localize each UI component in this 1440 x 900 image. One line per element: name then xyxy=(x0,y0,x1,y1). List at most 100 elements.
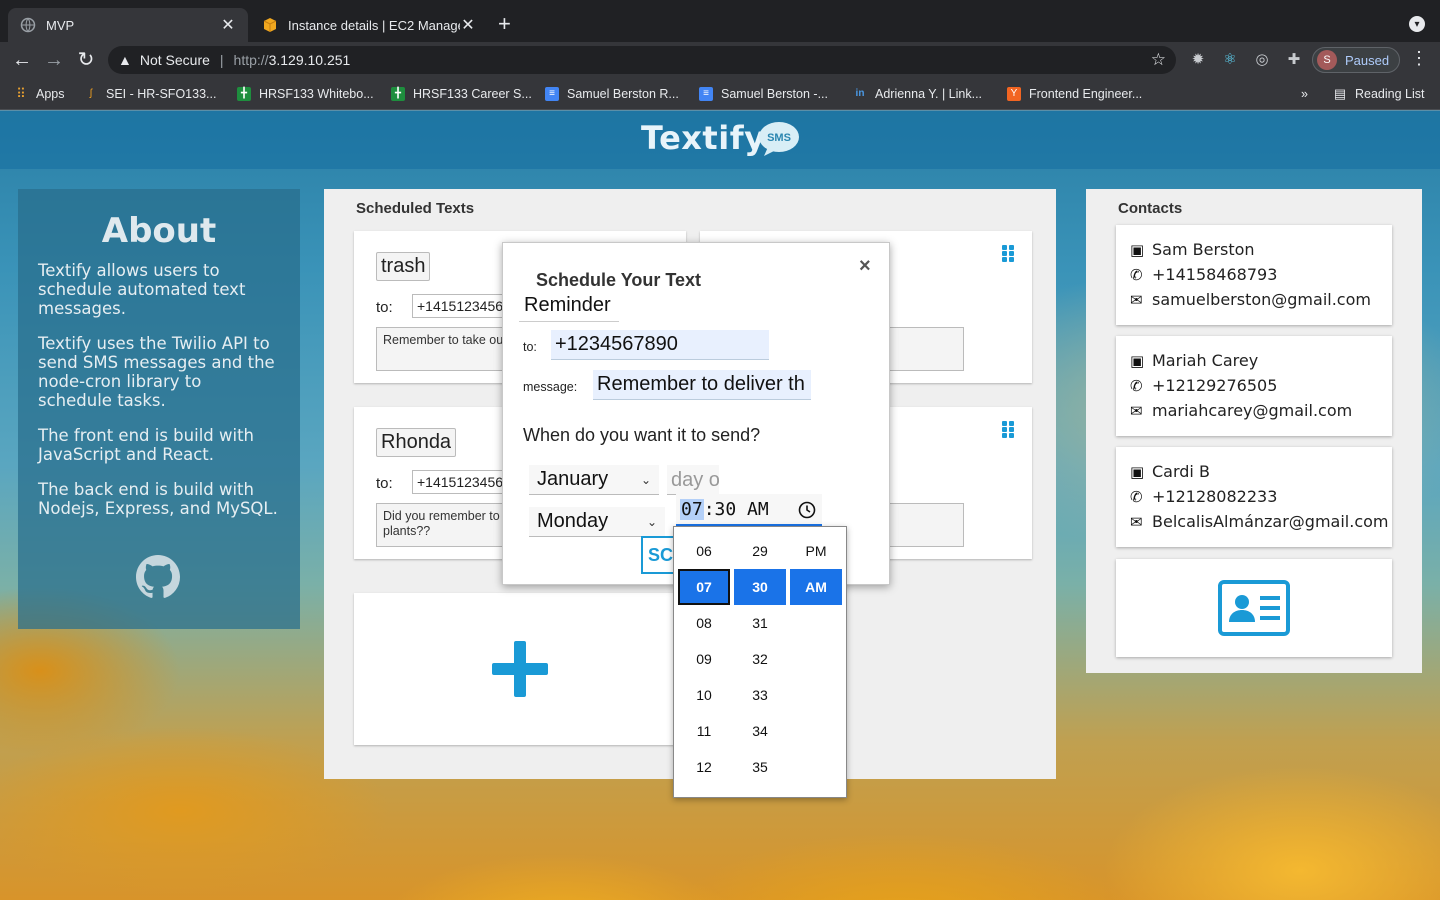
minute-option[interactable]: 35 xyxy=(734,749,786,785)
reading-list-label: Reading List xyxy=(1355,87,1425,101)
puzzle-extensions-icon[interactable]: ✚ xyxy=(1286,52,1302,68)
reading-list-button[interactable]: ▤ Reading List xyxy=(1333,86,1425,102)
minute-option[interactable]: 32 xyxy=(734,641,786,677)
react-devtools-icon[interactable]: ⚛ xyxy=(1222,52,1238,68)
bookmark-linkedin[interactable]: in Adrienna Y. | Link... xyxy=(853,86,982,102)
forward-icon[interactable]: → xyxy=(42,48,66,72)
record-extension-icon[interactable]: ◎ xyxy=(1254,52,1270,68)
globe-icon xyxy=(20,17,36,33)
hour-option[interactable]: 07 xyxy=(678,569,730,605)
envelope-icon: ✉ xyxy=(1130,401,1143,420)
github-icon[interactable] xyxy=(136,555,180,599)
bookmark-resume[interactable]: ≡ Samuel Berston R... xyxy=(545,86,679,102)
time-rest[interactable]: :30 AM xyxy=(704,499,769,520)
hour-option[interactable]: 10 xyxy=(678,677,730,713)
bookmark-star-icon[interactable]: ☆ xyxy=(1151,50,1166,70)
message-input[interactable] xyxy=(593,370,811,400)
to-label: to: xyxy=(376,299,393,316)
app-page: Textify SMS About Textify allows users t… xyxy=(0,111,1440,900)
bookmark-whiteboard[interactable]: ╋ HRSF133 Whitebo... xyxy=(237,86,374,102)
contact-name: Mariah Carey xyxy=(1152,351,1259,370)
phone-input[interactable] xyxy=(551,330,769,360)
kebab-menu-icon[interactable]: ⋮ xyxy=(1410,48,1428,69)
contacts-panel: Contacts ▣ Sam Berston ✆ +14158468793 ✉ sam… xyxy=(1086,189,1422,673)
chevron-down-icon: ⌄ xyxy=(640,473,651,487)
clock-icon[interactable] xyxy=(798,501,816,519)
phone-icon: ✆ xyxy=(1130,376,1143,395)
bookmark-label: Adrienna Y. | Link... xyxy=(875,87,983,101)
hour-option[interactable]: 09 xyxy=(678,641,730,677)
close-icon[interactable]: × xyxy=(859,255,871,278)
bookmark-label: Samuel Berston -... xyxy=(721,87,828,101)
schedule-button[interactable]: SCHEDULE xyxy=(641,536,677,574)
bookmark-berston[interactable]: ≡ Samuel Berston -... xyxy=(699,86,828,102)
month-value: January xyxy=(537,468,609,490)
bookmark-label: Frontend Engineer... xyxy=(1029,87,1143,101)
drag-handle-icon[interactable] xyxy=(1002,421,1016,439)
minute-option[interactable]: 34 xyxy=(734,713,786,749)
contact-email: samuelberston@gmail.com xyxy=(1152,290,1371,309)
contact-email: BelcalisAlmánzar@gmail.com xyxy=(1152,512,1389,531)
weekday-select[interactable]: Monday ⌄ xyxy=(529,507,665,537)
hour-option[interactable]: 08 xyxy=(678,605,730,641)
tab-search-icon[interactable]: ▾ xyxy=(1409,16,1425,32)
tab-mvp[interactable]: MVP ✕ xyxy=(8,8,248,42)
contact-phone: +12129276505 xyxy=(1152,376,1278,395)
card-name[interactable]: Rhonda xyxy=(376,428,457,457)
bookmarks-overflow-button[interactable]: » xyxy=(1301,86,1308,102)
bookmark-apps[interactable]: ⠿ Apps xyxy=(14,86,64,102)
card-name[interactable]: trash xyxy=(376,252,431,281)
close-tab-icon[interactable]: ✕ xyxy=(460,15,476,35)
bookmark-career[interactable]: ╋ HRSF133 Career S... xyxy=(391,86,532,102)
minute-option[interactable]: 31 xyxy=(734,605,786,641)
month-select[interactable]: January ⌄ xyxy=(529,465,659,495)
contact-name: Cardi B xyxy=(1152,462,1210,481)
minute-option[interactable]: 30 xyxy=(734,569,786,605)
gear-extension-icon[interactable]: ✹ xyxy=(1190,52,1206,68)
profile-button[interactable]: S Paused xyxy=(1312,47,1400,73)
period-option[interactable]: AM xyxy=(790,569,842,605)
time-hour[interactable]: 07 xyxy=(680,498,704,520)
hour-option[interactable]: 06 xyxy=(678,533,730,569)
url-scheme: http:// xyxy=(233,52,269,68)
day-of-month-input[interactable]: day of month xyxy=(667,465,719,495)
envelope-icon: ✉ xyxy=(1130,290,1143,309)
contacts-title: Contacts xyxy=(1118,200,1183,217)
time-input[interactable]: 07:30 AM xyxy=(676,494,822,526)
tab-ec2[interactable]: Instance details | EC2 Management ✕ xyxy=(250,8,488,42)
hour-option[interactable]: 11 xyxy=(678,713,730,749)
sheets-icon: ╋ xyxy=(391,87,405,101)
back-icon[interactable]: ← xyxy=(10,48,34,72)
about-paragraph: The front end is build with JavaScript a… xyxy=(38,426,255,464)
minute-option[interactable]: 29 xyxy=(734,533,786,569)
about-panel: About Textify allows users to schedule a… xyxy=(18,189,300,629)
bookmark-sei[interactable]: ʃ SEI - HR-SFO133... xyxy=(84,86,217,102)
contact-phone: +12128082233 xyxy=(1152,487,1278,506)
add-contact-id-card-icon[interactable] xyxy=(1218,580,1290,636)
drag-handle-icon[interactable] xyxy=(1002,245,1016,263)
close-tab-icon[interactable]: ✕ xyxy=(220,15,236,35)
profile-status: Paused xyxy=(1345,52,1390,68)
add-text-card[interactable] xyxy=(354,593,686,745)
new-tab-button[interactable]: + xyxy=(498,12,511,36)
apps-grid-icon: ⠿ xyxy=(16,86,26,101)
id-card-icon: ▣ xyxy=(1130,462,1145,481)
contact-card[interactable]: ▣ Cardi B ✆ +12128082233 ✉ BelcalisAlmánzar… xyxy=(1116,447,1392,547)
warning-icon[interactable]: ▲ xyxy=(118,52,132,68)
add-contact-card[interactable] xyxy=(1116,559,1392,657)
hour-option[interactable]: 12 xyxy=(678,749,730,785)
contact-card[interactable]: ▣ Sam Berston ✆ +14158468793 ✉ samuelbersto… xyxy=(1116,225,1392,325)
subject-input[interactable] xyxy=(519,290,619,322)
minute-column: 29 30 31 32 33 34 35 xyxy=(734,533,786,785)
reload-icon[interactable]: ↻ xyxy=(74,48,98,72)
contact-card[interactable]: ▣ Mariah Carey ✆ +12129276505 ✉ mariahcarey… xyxy=(1116,336,1392,436)
sms-bubble-icon: SMS xyxy=(759,122,799,156)
tab-title: Instance details | EC2 Management xyxy=(288,17,460,33)
minute-option[interactable]: 33 xyxy=(734,677,786,713)
plus-icon[interactable] xyxy=(492,641,548,697)
bookmark-frontend[interactable]: Y Frontend Engineer... xyxy=(1007,86,1142,102)
security-label[interactable]: Not Secure xyxy=(140,52,210,68)
period-option[interactable]: PM xyxy=(790,533,842,569)
address-bar[interactable]: ▲ Not Secure | http:// 3.129.10.251 ☆ xyxy=(108,46,1176,74)
when-label: When do you want it to send? xyxy=(523,425,761,445)
